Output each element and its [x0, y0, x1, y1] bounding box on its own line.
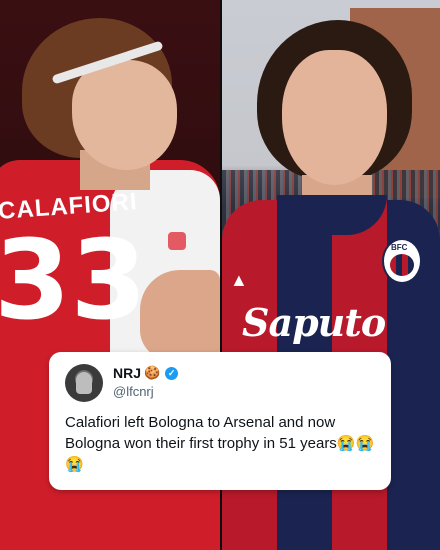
crest-stripes: [390, 254, 414, 276]
avatar[interactable]: [65, 364, 103, 402]
jersey-number: 33: [0, 216, 148, 344]
player-face: [72, 60, 177, 170]
cookie-emoji-icon: 🍪: [144, 365, 161, 380]
display-name[interactable]: NRJ: [113, 365, 141, 381]
user-handle[interactable]: @lfcnrj: [113, 384, 154, 399]
image-post: CALAFIORI 33 ▲ BFC Saputo NRJ 🍪 ✓ @lfcnr…: [0, 0, 440, 550]
shirt-sponsor: Saputo: [242, 300, 386, 345]
club-crest-icon: BFC: [382, 238, 422, 284]
sleeve-badge-icon: [168, 232, 186, 250]
tweet-text: Calafiori left Bologna to Arsenal and no…: [65, 414, 375, 473]
author-row: NRJ 🍪 ✓: [113, 365, 179, 381]
player-arm: [140, 270, 220, 360]
verified-badge-icon: ✓: [165, 366, 179, 380]
tweet-card[interactable]: NRJ 🍪 ✓ @lfcnrj Calafiori left Bologna t…: [49, 352, 391, 490]
kit-maker-logo-icon: ▲: [230, 270, 248, 290]
crest-text: BFC: [391, 243, 408, 252]
player-face: [282, 50, 387, 185]
avatar-figure-icon: [76, 372, 92, 394]
